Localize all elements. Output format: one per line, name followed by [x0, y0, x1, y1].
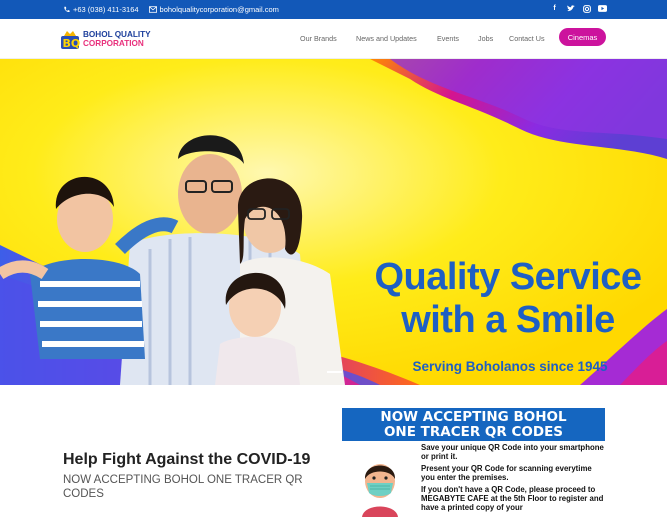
phone-contact[interactable]: +63 (038) 411-3164	[63, 5, 139, 14]
facebook-icon[interactable]: f	[550, 4, 559, 13]
covid-heading: Help Fight Against the COVID-19	[63, 451, 311, 468]
hero-headline: Quality Service with a Smile	[353, 256, 663, 342]
covid-subheading: NOW ACCEPTING BOHOL ONE TRACER QR CODES	[63, 474, 303, 500]
bq-logo-icon: BQ	[59, 28, 81, 50]
brand-logo[interactable]: BQ BOHOL QUALITY CORPORATION	[59, 28, 151, 50]
poster-step-2: Present your QR Code for scanning everyt…	[421, 464, 592, 482]
top-contact-bar: +63 (038) 411-3164 boholqualitycorporati…	[0, 0, 667, 19]
poster-step-3: If you don't have a QR Code, please proc…	[421, 485, 604, 512]
instagram-icon[interactable]	[582, 4, 591, 13]
phone-icon	[64, 6, 70, 13]
brand-line-2: CORPORATION	[83, 39, 144, 48]
qr-tracer-poster: NOW ACCEPTING BOHOL ONE TRACER QR CODES …	[340, 407, 606, 517]
main-navbar: BQ BOHOL QUALITY CORPORATION Our Brands …	[0, 19, 667, 59]
hero-subtitle: Serving Boholanos since 1945	[412, 359, 608, 374]
hero-headline-line-1: Quality Service	[374, 256, 642, 298]
poster-heading-line-2: ONE TRACER QR CODES	[383, 424, 564, 440]
cinemas-button[interactable]: Cinemas	[559, 28, 606, 46]
nav-events[interactable]: Events	[437, 34, 459, 43]
social-links: f	[550, 4, 607, 13]
hero-headline-line-2: with a Smile	[401, 299, 615, 341]
twitter-icon[interactable]	[566, 4, 575, 13]
logo-monogram: BQ	[63, 37, 81, 50]
slider-indicator[interactable]	[327, 371, 342, 373]
nav-our-brands[interactable]: Our Brands	[300, 34, 337, 43]
nav-news-and-updates[interactable]: News and Updates	[356, 34, 417, 43]
poster-heading-line-1: NOW ACCEPTING BOHOL	[380, 409, 567, 425]
email-address: boholqualitycorporation@gmail.com	[159, 5, 279, 14]
masked-person-illustration	[362, 464, 398, 517]
nav-jobs[interactable]: Jobs	[478, 34, 493, 43]
brand-line-1: BOHOL QUALITY	[83, 30, 151, 39]
contact-info: +63 (038) 411-3164 boholqualitycorporati…	[63, 5, 279, 14]
poster-heading: NOW ACCEPTING BOHOL ONE TRACER QR CODES	[342, 408, 605, 441]
nav-contact-us[interactable]: Contact Us	[509, 34, 545, 43]
poster-instructions: Save your unique QR Code into your smart…	[421, 443, 606, 515]
poster-step-1: Save your unique QR Code into your smart…	[421, 443, 604, 461]
brand-name: BOHOL QUALITY CORPORATION	[83, 30, 151, 48]
hero-banner: Quality Service with a Smile Serving Boh…	[0, 59, 667, 385]
youtube-icon[interactable]	[598, 4, 607, 13]
covid-section: Help Fight Against the COVID-19 NOW ACCE…	[0, 385, 667, 517]
phone-number: +63 (038) 411-3164	[73, 5, 139, 14]
email-contact[interactable]: boholqualitycorporation@gmail.com	[148, 5, 279, 14]
envelope-icon	[148, 6, 157, 13]
